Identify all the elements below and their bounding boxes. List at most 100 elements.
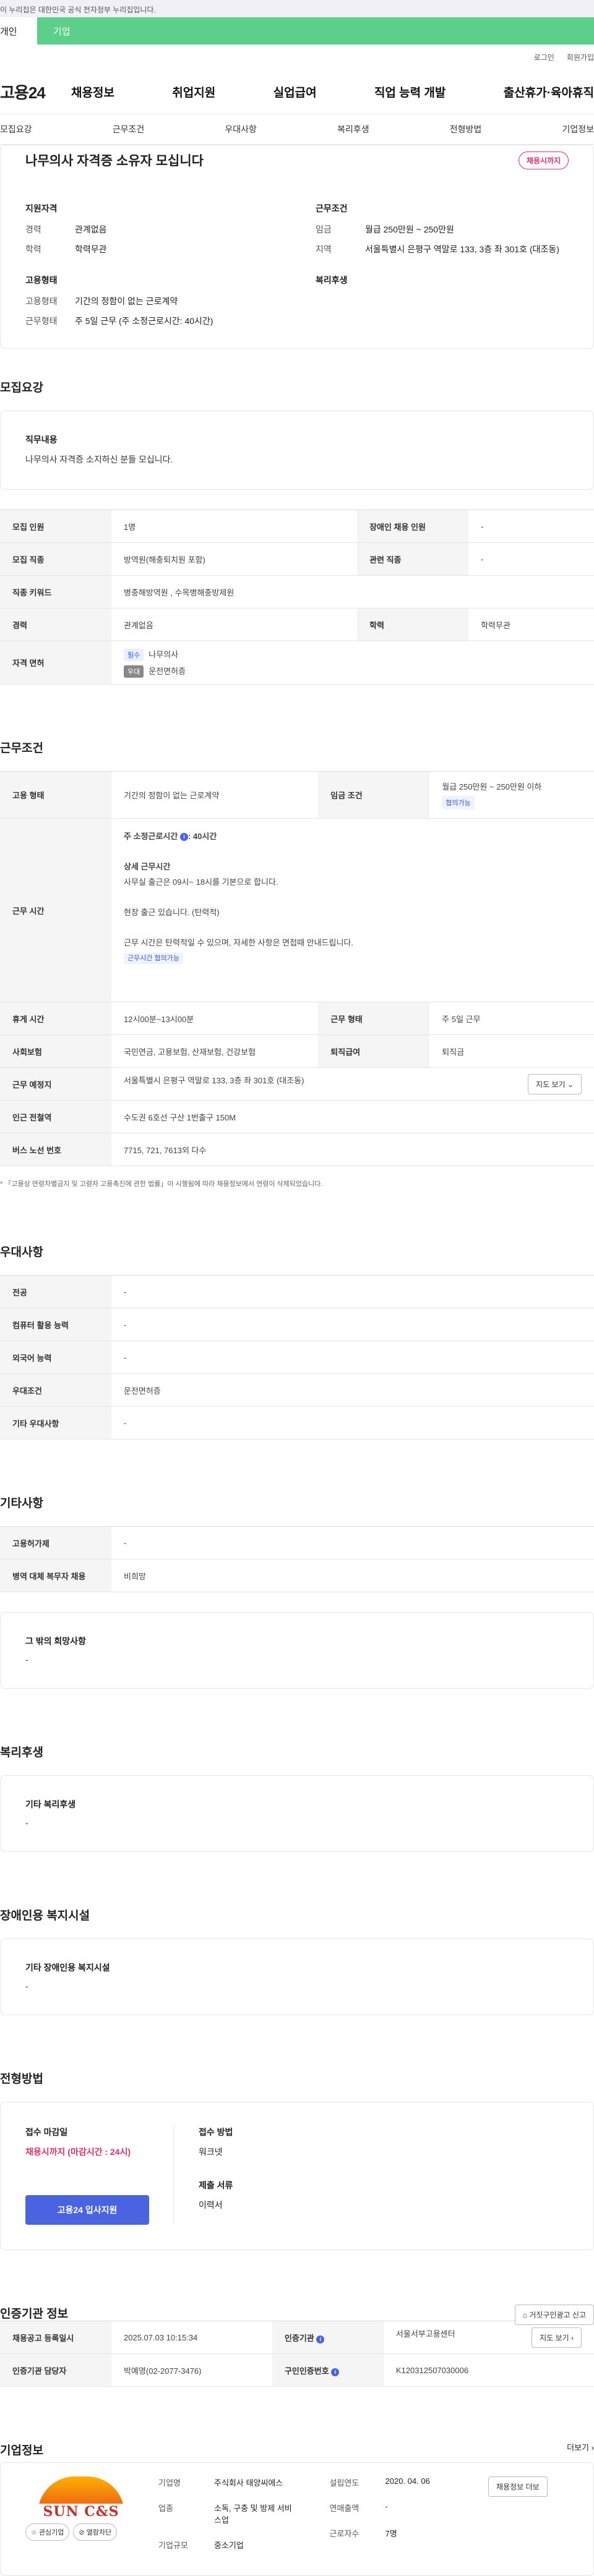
job-title: 나무의사 자격증 소유자 모십니다 (25, 154, 204, 168)
tab-welfare[interactable]: 복리후생 (337, 123, 369, 135)
docs-value: 이력서 (199, 2200, 223, 2210)
section-title-etc: 기타사항 (0, 1497, 43, 1510)
cell-label: 장애인 채용 인원 (357, 510, 469, 543)
block-button[interactable]: ⊘ 열람차단 (73, 2523, 118, 2541)
gnb-item-leave[interactable]: 출산휴가·육아휴직 (504, 83, 594, 100)
map-button[interactable]: 지도 보기 ⌄ (528, 1073, 582, 1094)
cell-value: 수도권 6호선 구산 1번출구 150M (111, 1100, 594, 1133)
cell-label: 인증기관 i (272, 2321, 384, 2354)
cell-label: 구인인증번호 i (272, 2353, 384, 2387)
value: 서울특별시 은평구 역말로 133, 3층 좌 301호 (대조동) (365, 244, 559, 254)
gnb-item-employment-support[interactable]: 취업지원 (172, 83, 215, 100)
cell-label: 사회보험 (0, 1034, 111, 1068)
method-value: 워크넷 (199, 2147, 223, 2157)
time-chip: 근무시간 협의가능 (124, 953, 184, 964)
favorite-button[interactable]: ☆ 관심기업 (25, 2523, 70, 2541)
report-button[interactable]: ⌂ 거짓구인광고 신고 (514, 2305, 594, 2325)
apply-button[interactable]: 고용24 입사지원 (25, 2195, 149, 2225)
table-row: 채용공고 등록일시 2025.07.03 10:15:34 인증기관 i 서울서부… (0, 2321, 594, 2354)
condition-title: 근무조건 (316, 203, 348, 213)
wage-value: 월급 250만원 ~ 250만원 이하 (442, 782, 542, 791)
wage-chip: 협의가능 (442, 796, 475, 809)
tab-individual[interactable]: 개인 (0, 17, 37, 45)
info-icon[interactable]: i (331, 2368, 340, 2376)
cell-label: 고용허가제 (0, 1526, 111, 1559)
cell-value: 2025.07.03 10:15:34 (111, 2321, 272, 2354)
table-row: 고용허가제 - (0, 1526, 594, 1559)
cell-value: 운전면허증 (111, 1373, 594, 1407)
cell-label: 버스 노선 번호 (0, 1133, 111, 1166)
value: 기간의 정함이 없는 근로계약 (75, 296, 178, 306)
gnb-item-jobs[interactable]: 채용정보 (71, 83, 114, 100)
tab-recruit[interactable]: 모집요강 (0, 123, 32, 135)
method-label: 접수 방법 (199, 2127, 233, 2137)
more-link[interactable]: 더보기 › (567, 2441, 594, 2453)
gnb-item-unemployment-benefit[interactable]: 실업급여 (273, 83, 317, 100)
cell-value: - (111, 1526, 594, 1559)
tab-company[interactable]: 기업 (37, 17, 594, 45)
agency-table: 채용공고 등록일시 2025.07.03 10:15:34 인증기관 i 서울서부… (0, 2321, 594, 2387)
company-jobs-button[interactable]: 채용정보 더보 (488, 2476, 548, 2497)
table-row: 사회보험 국민연금, 고용보험, 산재보험, 건강보험 퇴직급여 퇴직금 (0, 1034, 594, 1068)
disability-box-title: 기타 장애인용 복지시설 (25, 1963, 110, 1973)
location-cell: 서울특별시 은평구 역말로 133, 3층 좌 301호 (대조동) 지도 보기… (111, 1067, 594, 1101)
tab-work[interactable]: 근무조건 (113, 123, 145, 135)
label: 근무형태 (25, 316, 58, 326)
value: 주 5일 근무 (주 소정근로시간: 40시간) (75, 316, 213, 326)
duty-box: 직무내용 나무의사 자격증 소지하신 분들 모십니다. (0, 411, 594, 490)
value: 소독, 구충 및 방제 서비스업 (214, 2504, 292, 2525)
cell-label: 병역 대체 복무자 채용 (0, 1559, 111, 1592)
deadline-label: 접수 마감일 (25, 2127, 68, 2137)
block-icon: ⊘ (79, 2529, 85, 2536)
cell-value: - (111, 1341, 594, 1374)
cell-value: - (468, 510, 594, 543)
cell-value: - (111, 1406, 594, 1439)
agency-map-button[interactable]: 지도 보기 › (532, 2327, 582, 2348)
section-title-company: 기업정보 (0, 2444, 43, 2457)
cell-label: 직종 키워드 (0, 575, 111, 608)
cell-value: 12시00분~13시00분 (111, 1002, 319, 1035)
tab-company[interactable]: 기업정보 (562, 123, 594, 135)
section-tabs: 모집요강 근무조건 우대사항 복리후생 전형방법 기업정보 (0, 114, 594, 145)
gov-banner: 이 누리집은 대한민국 공식 전자정부 누리집입니다. (0, 0, 594, 17)
table-row: 전공 - (0, 1275, 594, 1308)
cell-label: 채용공고 등록일시 (0, 2321, 111, 2354)
disability-box: 기타 장애인용 복지시설 - (0, 1938, 594, 2015)
cell-label: 근무 형태 (318, 1002, 430, 1035)
table-row: 기타 우대사항 - (0, 1406, 594, 1439)
login-link[interactable]: 로그인 (534, 52, 554, 62)
age-notice: * 「고용상 연령차별금지 및 고령자 고용촉진에 관한 법률」이 시행됨에 따… (0, 1180, 323, 1188)
table-row: 직종 키워드 병충해방역원 , 수목병해충방제원 (0, 575, 594, 608)
global-nav: 고용24 채용정보 취업지원 실업급여 직업 능력 개발 출산휴가·육아휴직 (0, 69, 594, 114)
required-chip: 필수 (124, 648, 144, 661)
label: 학력 (25, 244, 41, 254)
site-logo[interactable]: 고용24 (0, 80, 71, 103)
wage-cell: 월급 250만원 ~ 250만원 이하 협의가능 (429, 771, 594, 819)
table-row: 외국어 능력 - (0, 1341, 594, 1374)
label: 고용형태 (25, 296, 58, 306)
chevron-down-icon: ⌄ (567, 1080, 574, 1089)
value: 월급 250만원 ~ 250만원 (365, 224, 454, 234)
signup-link[interactable]: 회원가입 (567, 52, 594, 62)
section-title-preference: 우대사항 (0, 1246, 43, 1259)
gnb-item-skills[interactable]: 직업 능력 개발 (374, 83, 446, 100)
other-wish-title: 그 밖의 희망사항 (25, 1636, 86, 1646)
detail-line: 근무 시간은 탄력적일 수 있으며, 자세한 사항은 면접때 안내드립니다. (124, 938, 353, 947)
tab-preference[interactable]: 우대사항 (225, 123, 257, 135)
label: 설립연도 (329, 2478, 359, 2488)
welfare-box-title: 기타 복리후생 (25, 1799, 76, 1809)
info-icon[interactable]: i (179, 833, 188, 842)
label: 근로자수 (329, 2529, 359, 2538)
util-links: 로그인 회원가입 (0, 45, 594, 69)
cell-label: 우대조건 (0, 1373, 111, 1407)
cell-value: - (468, 542, 594, 576)
tab-hiring[interactable]: 전형방법 (450, 123, 482, 135)
company-logo: SUN C&S (25, 2476, 137, 2520)
preference-table: 전공 - 컴퓨터 활용 능력 - 외국어 능력 - 우대조건 운전면허증 기타 우대사항… (0, 1275, 594, 1439)
cell-label: 경력 (0, 608, 111, 641)
cell-label: 자격 면허 (0, 641, 111, 685)
info-icon[interactable]: i (316, 2335, 325, 2344)
table-row: 자격 면허 필수 나무의사 우대 운전면허증 (0, 641, 594, 685)
cell-value: - (111, 1275, 594, 1308)
license-preferred: 운전면허증 (148, 666, 186, 676)
